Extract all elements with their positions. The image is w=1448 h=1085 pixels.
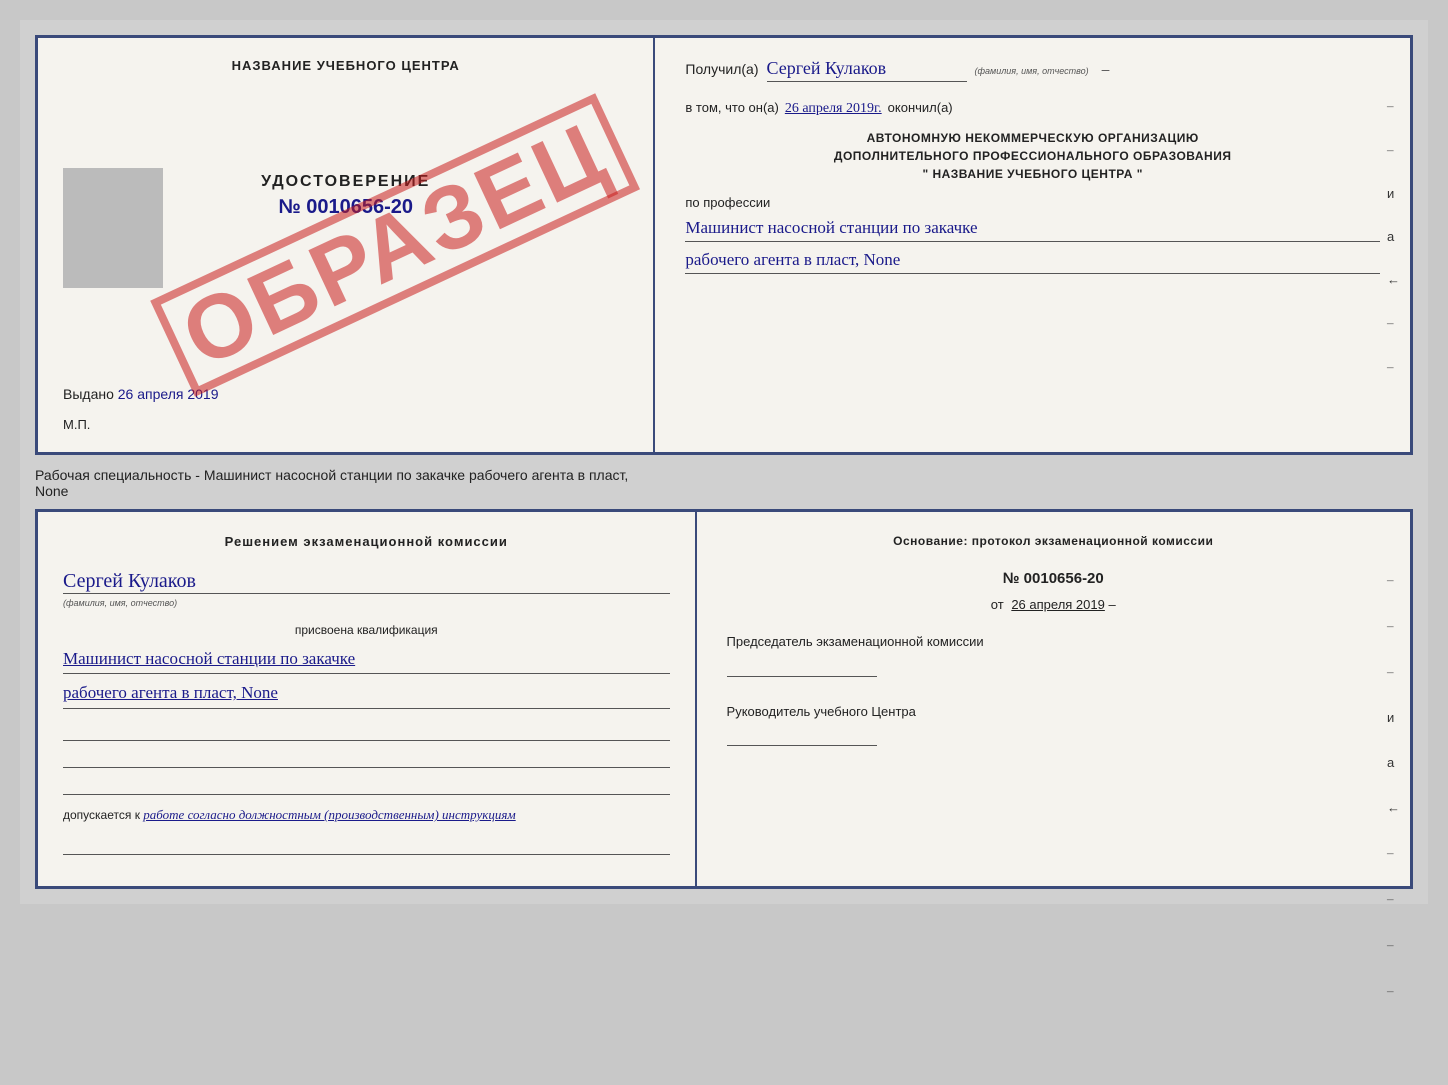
predsedatel-label: Председатель экзаменационной комиссии	[727, 632, 1380, 652]
cert-bottom-right: Основание: протокол экзаменационной коми…	[697, 512, 1410, 886]
cert-bottom-left: Решением экзаменационной комиссии Сергей…	[38, 512, 697, 886]
recipient-name: Сергей Кулаков	[767, 58, 967, 82]
ot-date: 26 апреля 2019	[1011, 597, 1105, 612]
dopuskaetsya-text: допускается к работе согласно должностны…	[63, 807, 670, 823]
blank-line-3	[63, 773, 670, 795]
page-wrapper: НАЗВАНИЕ УЧЕБНОГО ЦЕНТРА ОБРАЗЕЦ УДОСТОВ…	[20, 20, 1428, 904]
ot-label: от	[991, 597, 1004, 612]
arrow-char-bottom: ←	[1387, 800, 1400, 815]
dopuskaetsya-prefix: допускается к	[63, 808, 140, 822]
protokol-number: № 0010656-20	[727, 570, 1380, 587]
a-char-bottom: а	[1387, 755, 1400, 770]
i-char-bottom: и	[1387, 710, 1400, 725]
udostoverenie-title: УДОСТОВЕРЕНИЕ	[261, 173, 430, 191]
blank-line-1	[63, 719, 670, 741]
photo-placeholder	[63, 168, 163, 288]
cert-title: НАЗВАНИЕ УЧЕБНОГО ЦЕНТРА	[63, 58, 628, 73]
bottom-lines	[63, 719, 670, 795]
obrazec-text: ОБРАЗЕЦ	[170, 108, 620, 382]
ot-date-line: от 26 апреля 2019 –	[727, 597, 1380, 612]
resheniem-text: Решением экзаменационной комиссии	[63, 532, 670, 552]
vydano-date: 26 апреля 2019	[118, 386, 219, 402]
prof-line2: рабочего агента в пласт, None	[685, 246, 1380, 274]
vydano-line: Выдано 26 апреля 2019	[63, 386, 219, 402]
cert-top-left: НАЗВАНИЕ УЧЕБНОГО ЦЕНТРА ОБРАЗЕЦ УДОСТОВ…	[38, 38, 655, 452]
obrazec-stamp: ОБРАЗЕЦ	[150, 93, 640, 397]
top-certificate: НАЗВАНИЕ УЧЕБНОГО ЦЕНТРА ОБРАЗЕЦ УДОСТОВ…	[35, 35, 1413, 455]
qual-line1: Машинист насосной станции по закачке	[63, 645, 670, 675]
osnovanie-text: Основание: протокол экзаменационной коми…	[727, 532, 1380, 550]
cert-top-right: Получил(а) Сергей Кулаков (фамилия, имя,…	[655, 38, 1410, 452]
org-line3: " НАЗВАНИЕ УЧЕБНОГО ЦЕНТРА "	[685, 165, 1380, 183]
po-professii-label: по профессии	[685, 195, 1380, 210]
predsedatel-text: Председатель экзаменационной комиссии	[727, 632, 1380, 677]
prisvoena-text: присвоена квалификация	[63, 623, 670, 637]
qual-line2: рабочего агента в пласт, None	[63, 679, 670, 709]
mp-label: М.П.	[63, 417, 90, 432]
vydano-label: Выдано	[63, 386, 114, 402]
right-dashes-bottom: – – – и а ← – – – –	[1387, 572, 1400, 999]
predsedatel-sign-line	[727, 657, 877, 677]
bottom-name: Сергей Кулаков	[63, 570, 670, 594]
name-hint-top: (фамилия, имя, отчество)	[975, 66, 1089, 76]
fio-hint: (фамилия, имя, отчество)	[63, 598, 670, 608]
spec-text: Рабочая специальность - Машинист насосно…	[35, 467, 1413, 499]
blank-line-2	[63, 746, 670, 768]
org-line1: АВТОНОМНУЮ НЕКОММЕРЧЕСКУЮ ОРГАНИЗАЦИЮ	[685, 129, 1380, 147]
poluchil-line: Получил(а) Сергей Кулаков (фамилия, имя,…	[685, 58, 1380, 82]
udostoverenie-number: № 0010656-20	[278, 196, 413, 219]
rukovoditel-sign-line	[727, 726, 877, 746]
dopuskaetsya-italic: работе согласно должностным (производств…	[143, 807, 515, 822]
vtom-date: 26 апреля 2019г.	[785, 101, 882, 117]
vtom-label: в том, что он(а)	[685, 100, 778, 115]
prof-line1: Машинист насосной станции по закачке	[685, 214, 1380, 242]
blank-line-4	[63, 833, 670, 855]
rukovoditel-label: Руководитель учебного Центра	[727, 702, 1380, 722]
okoncil-label: окончил(а)	[888, 100, 953, 115]
org-line2: ДОПОЛНИТЕЛЬНОГО ПРОФЕССИОНАЛЬНОГО ОБРАЗО…	[685, 147, 1380, 165]
poluchil-label: Получил(а)	[685, 61, 758, 77]
a-char: а	[1387, 229, 1400, 244]
right-dashes: – – и а ← – –	[1387, 98, 1400, 375]
vtom-line: в том, что он(а) 26 апреля 2019г. окончи…	[685, 100, 1380, 117]
i-char: и	[1387, 186, 1400, 201]
bottom-certificate: Решением экзаменационной комиссии Сергей…	[35, 509, 1413, 889]
rukovoditel-text: Руководитель учебного Центра	[727, 702, 1380, 747]
arrow-char: ←	[1387, 272, 1400, 287]
org-block: АВТОНОМНУЮ НЕКОММЕРЧЕСКУЮ ОРГАНИЗАЦИЮ ДО…	[685, 129, 1380, 183]
